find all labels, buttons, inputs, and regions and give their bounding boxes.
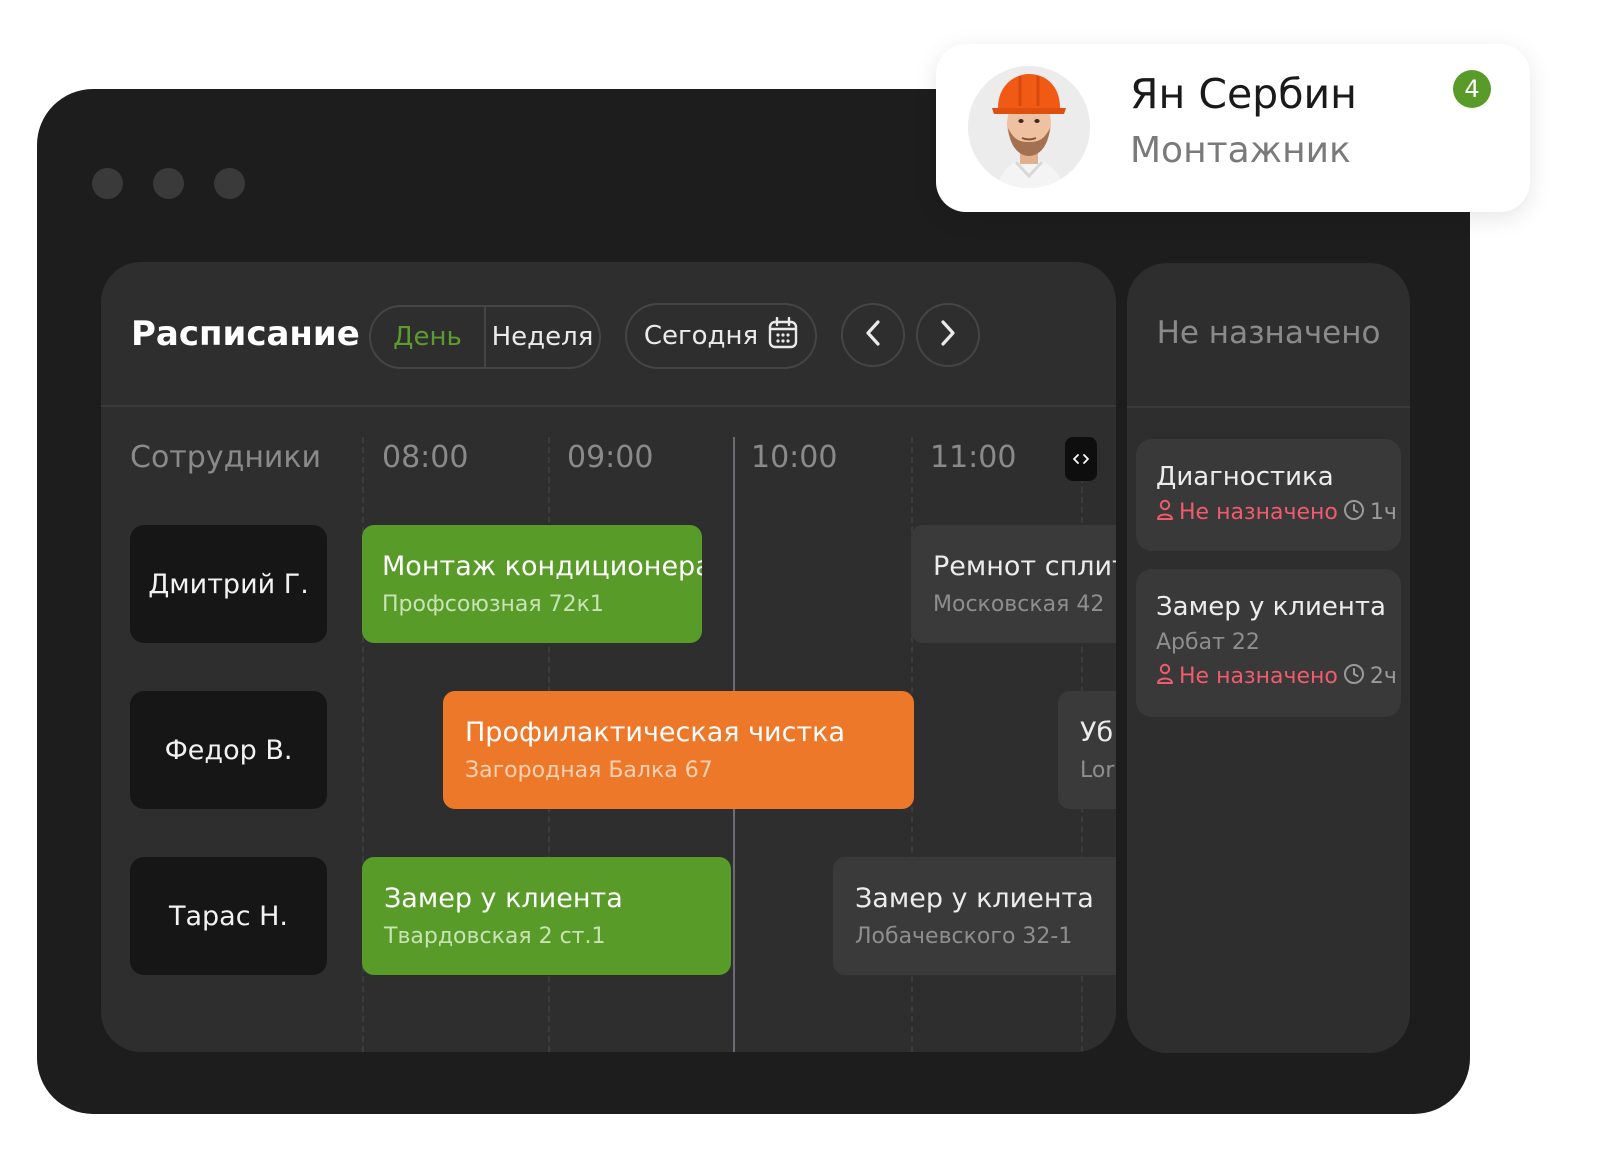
employees-column-header: Сотрудники — [130, 440, 322, 475]
window-control-dot[interactable] — [214, 168, 245, 199]
card-address: Арбат 22 — [1156, 630, 1260, 655]
profile-card[interactable]: Ян Сербин Монтажник 4 — [936, 44, 1530, 212]
window-control-dot[interactable] — [153, 168, 184, 199]
unassigned-divider — [1127, 406, 1410, 408]
event-address: Lor — [1080, 758, 1115, 783]
unassigned-title: Не назначено — [1156, 315, 1381, 351]
schedule-event[interactable]: Замер у клиента Твардовская 2 ст.1 — [362, 857, 731, 975]
hour-label: 11:00 — [930, 440, 1017, 475]
hour-label: 10:00 — [751, 440, 838, 475]
window-control-dot[interactable] — [92, 168, 123, 199]
event-address: Профсоюзная 72к1 — [382, 592, 604, 617]
profile-name: Ян Сербин — [1130, 70, 1357, 118]
view-day-button[interactable]: День — [371, 307, 486, 367]
event-title: Профилактическая чистка — [465, 717, 845, 748]
card-title: Диагностика — [1156, 462, 1334, 492]
schedule-panel: Расписание День Неделя Сегодня Сотрудник… — [101, 262, 1116, 1052]
code-arrows-icon — [1072, 450, 1090, 469]
prev-button[interactable] — [841, 303, 905, 367]
avatar — [968, 66, 1090, 188]
card-title: Замер у клиента — [1156, 592, 1386, 622]
calendar-icon — [768, 316, 798, 356]
schedule-event[interactable]: Замер у клиента Лобачевского 32-1 — [833, 857, 1116, 975]
hour-label: 08:00 — [382, 440, 469, 475]
event-address: Лобачевского 32-1 — [855, 924, 1073, 949]
event-address: Загородная Балка 67 — [465, 758, 713, 783]
header-divider — [101, 405, 1116, 407]
event-address: Твардовская 2 ст.1 — [384, 924, 606, 949]
clock-icon — [1343, 663, 1365, 689]
card-duration: 1ч — [1369, 499, 1397, 525]
event-title: Ремнот сплит — [933, 551, 1116, 582]
schedule-event[interactable]: Уб Lor — [1058, 691, 1116, 809]
view-week-button[interactable]: Неделя — [486, 307, 599, 367]
event-title: Замер у клиента — [855, 883, 1094, 914]
event-title: Уб — [1080, 717, 1114, 748]
chevron-left-icon — [863, 319, 883, 351]
event-title: Замер у клиента — [384, 883, 623, 914]
person-icon — [1156, 663, 1174, 689]
unassigned-card[interactable]: Диагностика Не назначено 1ч — [1136, 439, 1401, 551]
event-address: Московская 42 — [933, 592, 1105, 617]
next-button[interactable] — [916, 303, 980, 367]
chevron-right-icon — [938, 319, 958, 351]
card-status: Не назначено — [1179, 499, 1338, 525]
employee-row-label[interactable]: Дмитрий Г. — [130, 525, 327, 643]
card-status: Не назначено — [1179, 663, 1338, 689]
schedule-event[interactable]: Профилактическая чистка Загородная Балка… — [443, 691, 914, 809]
hour-label: 09:00 — [567, 440, 654, 475]
view-toggle: День Неделя — [369, 305, 601, 369]
schedule-event[interactable]: Монтаж кондиционера Профсоюзная 72к1 — [362, 525, 702, 643]
clock-icon — [1343, 499, 1365, 525]
notification-badge: 4 — [1453, 70, 1491, 108]
today-button[interactable]: Сегодня — [625, 303, 817, 369]
event-title: Монтаж кондиционера — [382, 551, 702, 582]
page-title: Расписание — [131, 314, 360, 354]
person-icon — [1156, 499, 1174, 525]
today-label: Сегодня — [643, 321, 759, 351]
schedule-event[interactable]: Ремнот сплит Московская 42 — [911, 525, 1116, 643]
card-duration: 2ч — [1369, 663, 1397, 689]
card-status-row: Не назначено 1ч — [1156, 499, 1401, 525]
unassigned-card[interactable]: Замер у клиента Арбат 22 Не назначено 2ч — [1136, 569, 1401, 717]
employee-row-label[interactable]: Тарас Н. — [130, 857, 327, 975]
profile-role: Монтажник — [1130, 130, 1351, 171]
column-resize-handle[interactable] — [1065, 437, 1097, 481]
employee-row-label[interactable]: Федор В. — [130, 691, 327, 809]
card-status-row: Не назначено 2ч — [1156, 663, 1401, 689]
unassigned-panel: Не назначено Диагностика Не назначено 1ч… — [1127, 263, 1410, 1053]
